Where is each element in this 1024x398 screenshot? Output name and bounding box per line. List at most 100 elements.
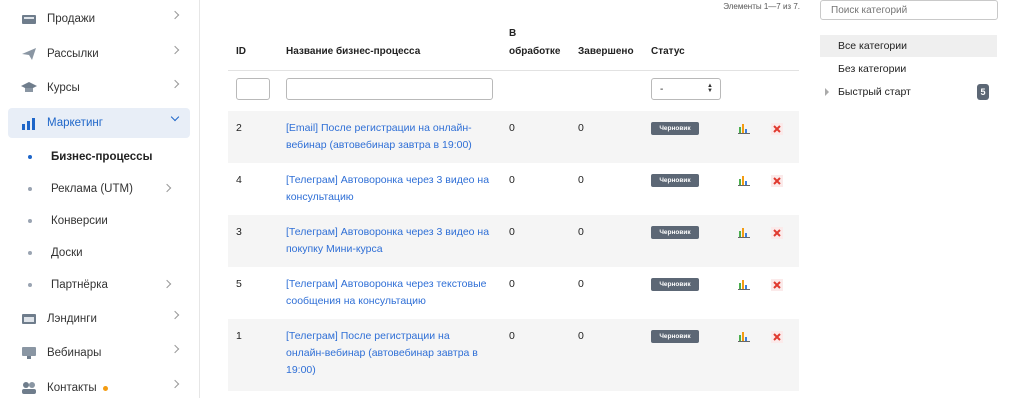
- stats-icon[interactable]: [738, 331, 750, 342]
- chevron-right-icon: [170, 310, 180, 320]
- stats-icon[interactable]: [738, 279, 750, 290]
- table-row: 2 [Email] После регистрации на онлайн- в…: [228, 111, 799, 163]
- bullet-icon: [28, 187, 32, 191]
- table-row: 5 [Телеграм] Автоворонка через текстовые…: [228, 267, 799, 319]
- column-header-processing[interactable]: обработке: [509, 46, 560, 57]
- row-name-link[interactable]: [Телеграм] После регистрации на онлайн-в…: [286, 328, 498, 379]
- category-quick-start[interactable]: Быстрый старт 5: [820, 81, 997, 103]
- status-badge: Черновик: [651, 122, 699, 135]
- delete-icon[interactable]: [771, 175, 783, 187]
- select-arrows-icon: ▲ ▼: [707, 83, 713, 94]
- table-row: 4 [Телеграм] Автоворонка через 3 видео н…: [228, 163, 799, 215]
- table-row: 3 [Телеграм] Автоворонка через 3 видео н…: [228, 215, 799, 267]
- sidebar-item-label: Курсы: [47, 82, 80, 94]
- sidebar-item-label: Маркетинг: [47, 117, 103, 129]
- row-done: 0: [578, 122, 584, 134]
- row-processing: 0: [509, 174, 515, 186]
- row-id: 1: [236, 330, 242, 342]
- sidebar-item-sales[interactable]: Продажи: [8, 4, 190, 34]
- column-header-name[interactable]: Название бизнес-процесса: [286, 46, 420, 57]
- chevron-right-icon: [162, 183, 172, 193]
- chevron-right-icon: [162, 279, 172, 289]
- column-header-done[interactable]: Завершено: [578, 46, 634, 57]
- row-processing: 0: [509, 330, 515, 342]
- stats-icon[interactable]: [738, 175, 750, 186]
- sidebar-subitem-business-processes[interactable]: Бизнес-процессы: [8, 143, 190, 171]
- status-filter-value: -: [660, 83, 664, 95]
- delete-icon[interactable]: [771, 331, 783, 343]
- category-label: Быстрый старт: [838, 86, 911, 98]
- sidebar-subitem-label: Бизнес-процессы: [51, 151, 153, 163]
- bullet-icon: [28, 283, 32, 287]
- column-header-processing-line1[interactable]: В: [509, 28, 516, 39]
- column-header-status[interactable]: Статус: [651, 46, 685, 57]
- chevron-right-icon: [170, 79, 180, 89]
- monitor-icon: [22, 347, 36, 359]
- graduation-cap-icon: [21, 82, 37, 92]
- users-icon: [22, 382, 36, 394]
- delete-icon[interactable]: [771, 123, 783, 135]
- row-name-link[interactable]: [Телеграм] Автоворонка через 3 видео на …: [286, 224, 498, 258]
- stats-icon[interactable]: [738, 227, 750, 238]
- row-name-line: сообщения на консультацию: [286, 295, 426, 307]
- category-all[interactable]: Все категории: [820, 35, 997, 57]
- row-name-line: [Телеграм] После регистрации на: [286, 330, 450, 342]
- bullet-icon: [28, 155, 32, 159]
- sidebar-subitem-utm[interactable]: Реклама (UTM): [8, 175, 190, 203]
- row-done: 0: [578, 330, 584, 342]
- pagination-summary: Элементы 1—7 из 7.: [723, 2, 800, 11]
- status-badge: Черновик: [651, 278, 699, 291]
- status-badge: Черновик: [651, 330, 699, 343]
- sidebar-item-mailings[interactable]: Рассылки: [8, 39, 190, 69]
- row-name-line: вебинар (автовебинар завтра в 19:00): [286, 139, 472, 151]
- sidebar-subitem-partner[interactable]: Партнёрка: [8, 271, 190, 299]
- sidebar-subitem-label: Партнёрка: [51, 279, 108, 291]
- category-uncategorized[interactable]: Без категории: [820, 58, 997, 80]
- sidebar-subitem-conversions[interactable]: Конверсии: [8, 207, 190, 235]
- notification-dot: [102, 385, 108, 391]
- browser-window-icon: [22, 314, 36, 324]
- sidebar-item-label: Контакты: [47, 382, 97, 394]
- delete-icon[interactable]: [771, 227, 783, 239]
- row-name-link[interactable]: [Email] После регистрации на онлайн- веб…: [286, 120, 498, 154]
- row-name-line: [Email] После регистрации на онлайн-: [286, 122, 472, 134]
- chevron-right-icon: [170, 379, 180, 389]
- row-name-line: [Телеграм] Автоворонка через 3 видео на: [286, 174, 490, 186]
- category-search-input[interactable]: [820, 0, 998, 20]
- status-badge: Черновик: [651, 174, 699, 187]
- status-badge: Черновик: [651, 226, 699, 239]
- sidebar-item-label: Рассылки: [47, 48, 99, 60]
- row-name-link[interactable]: [Телеграм] Автоворонка через текстовые с…: [286, 276, 498, 310]
- chevron-right-icon: [170, 45, 180, 55]
- row-done: 0: [578, 278, 584, 290]
- sidebar-subitem-label: Конверсии: [51, 215, 108, 227]
- sidebar-item-landings[interactable]: Лэндинги: [8, 304, 190, 334]
- cash-register-icon: [22, 15, 36, 24]
- expand-triangle-icon[interactable]: [825, 88, 829, 96]
- sidebar-subitem-label: Доски: [51, 247, 83, 259]
- name-filter-input[interactable]: [286, 78, 493, 100]
- sidebar-item-courses[interactable]: Курсы: [8, 73, 190, 103]
- row-id: 5: [236, 278, 242, 290]
- row-id: 4: [236, 174, 242, 186]
- sidebar-item-webinars[interactable]: Вебинары: [8, 338, 190, 368]
- delete-icon[interactable]: [771, 279, 783, 291]
- id-filter-input[interactable]: [236, 78, 270, 100]
- sidebar-item-label: Лэндинги: [47, 313, 97, 325]
- sidebar-item-marketing[interactable]: Маркетинг: [8, 108, 190, 138]
- row-name-link[interactable]: [Телеграм] Автоворонка через 3 видео на …: [286, 172, 498, 206]
- sidebar-item-contacts[interactable]: Контакты: [8, 373, 190, 398]
- table-row: 1 [Телеграм] После регистрации на онлайн…: [228, 319, 799, 391]
- chevron-right-icon: [170, 344, 180, 354]
- column-header-id[interactable]: ID: [236, 46, 246, 57]
- row-name-line: консультацию: [286, 191, 354, 203]
- bullet-icon: [28, 251, 32, 255]
- sidebar-item-label: Продажи: [47, 13, 96, 25]
- chevron-right-icon: [170, 10, 180, 20]
- stats-icon[interactable]: [738, 123, 750, 134]
- row-name-line: [Телеграм] Автоворонка через 3 видео на: [286, 226, 490, 238]
- sidebar-subitem-boards[interactable]: Доски: [8, 239, 190, 267]
- header-divider: [228, 70, 799, 71]
- status-filter-select[interactable]: - ▲ ▼: [651, 78, 721, 100]
- row-processing: 0: [509, 122, 515, 134]
